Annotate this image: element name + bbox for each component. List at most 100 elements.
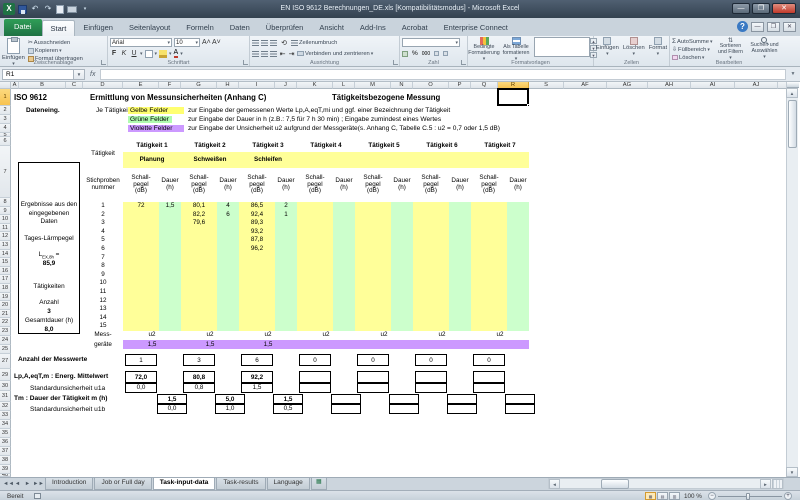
duration-cell[interactable] [391, 305, 413, 314]
level-cell[interactable] [297, 262, 333, 271]
u1b-cell-5[interactable] [389, 404, 419, 414]
ribbon-tab-formeln[interactable]: Formeln [178, 20, 222, 36]
duration-cell[interactable]: 6 [217, 211, 239, 220]
column-header-I[interactable]: I [239, 82, 275, 89]
u2-value-5[interactable] [355, 340, 413, 349]
insert-worksheet-icon[interactable]: ▦ [311, 478, 327, 490]
restore-button[interactable]: ❐ [752, 3, 770, 14]
fill-handle[interactable] [527, 104, 530, 107]
level-cell[interactable] [297, 271, 333, 280]
decrease-decimal-icon[interactable] [443, 51, 448, 56]
mean-cell-5[interactable] [357, 371, 389, 383]
duration-cell[interactable] [391, 297, 413, 306]
duration-cell[interactable] [275, 271, 297, 280]
count-cell-2[interactable]: 3 [183, 354, 215, 366]
u1a-cell-4[interactable] [299, 383, 331, 393]
level-cell[interactable] [123, 245, 159, 254]
level-cell[interactable] [123, 262, 159, 271]
duration-cell[interactable] [333, 228, 355, 237]
level-cell[interactable] [355, 211, 391, 220]
level-cell[interactable]: 82,2 [181, 211, 217, 220]
level-cell[interactable] [123, 219, 159, 228]
duration-cell[interactable] [333, 288, 355, 297]
level-cell[interactable] [413, 314, 449, 323]
duration-cell[interactable] [391, 236, 413, 245]
row-header-33[interactable]: 33 [0, 411, 11, 420]
decrease-indent-icon[interactable]: ⇤ [279, 50, 286, 58]
level-cell[interactable] [297, 245, 333, 254]
mean-cell-4[interactable] [299, 371, 331, 383]
column-header-S[interactable]: S [529, 82, 564, 89]
count-cell-3[interactable]: 6 [241, 354, 273, 366]
level-cell[interactable] [239, 288, 275, 297]
task-name-6[interactable] [413, 152, 471, 168]
level-cell[interactable] [297, 228, 333, 237]
duration-cell[interactable] [333, 202, 355, 211]
shrink-font-button[interactable]: A˅ [212, 39, 220, 46]
duration-cell[interactable] [275, 245, 297, 254]
cell-main-title[interactable]: Ermittlung von Messunsicherheiten (Anhan… [90, 93, 266, 102]
level-cell[interactable] [239, 254, 275, 263]
u1a-cell-6[interactable] [415, 383, 447, 393]
column-header-M[interactable]: M [355, 82, 391, 89]
level-cell[interactable] [239, 305, 275, 314]
level-cell[interactable] [297, 314, 333, 323]
level-cell[interactable] [471, 202, 507, 211]
duration-cell[interactable] [275, 228, 297, 237]
increase-decimal-icon[interactable] [434, 51, 439, 56]
level-cell[interactable] [239, 314, 275, 323]
duration-cell[interactable]: 4 [217, 202, 239, 211]
duration-cell[interactable] [217, 236, 239, 245]
count-cell-6[interactable]: 0 [415, 354, 447, 366]
level-cell[interactable] [413, 271, 449, 280]
horizontal-scroll-thumb[interactable] [601, 479, 629, 489]
autosum-button[interactable]: Σ AutoSumme ▾ [672, 38, 712, 45]
comma-style-button[interactable]: 000 [422, 51, 430, 57]
format-as-table-button[interactable]: Als Tabelle formatieren▾ [501, 37, 531, 62]
level-cell[interactable] [123, 314, 159, 323]
mean-cell-3[interactable]: 92,2 [241, 371, 273, 383]
sheet-tab-language[interactable]: Language [267, 478, 310, 490]
name-box-dropdown-icon[interactable]: ▼ [74, 69, 85, 80]
zoom-slider[interactable]: − + [708, 492, 792, 500]
u2-value-6[interactable] [413, 340, 471, 349]
align-bottom-icon[interactable] [270, 40, 277, 46]
ribbon-tab--berpr-fen[interactable]: Überprüfen [258, 20, 312, 36]
level-cell[interactable]: 72 [123, 202, 159, 211]
level-cell[interactable] [355, 297, 391, 306]
row-header-32[interactable]: 32 [0, 402, 11, 411]
u1b-cell-4[interactable] [331, 404, 361, 414]
count-cell-1[interactable]: 1 [125, 354, 157, 366]
u1a-cell-5[interactable] [357, 383, 389, 393]
level-cell[interactable] [181, 297, 217, 306]
duration-cell[interactable] [159, 211, 181, 220]
level-cell[interactable] [239, 279, 275, 288]
font-color-icon[interactable]: A [174, 49, 179, 58]
row-header-9[interactable]: 9 [0, 207, 11, 216]
row-header-37[interactable]: 37 [0, 447, 11, 456]
help-icon[interactable]: ? [737, 21, 748, 32]
u1a-cell-7[interactable] [473, 383, 505, 393]
mean-cell-1[interactable]: 72,0 [125, 371, 157, 383]
increase-indent-icon[interactable]: ⇥ [288, 50, 295, 58]
duration-cell[interactable] [449, 219, 471, 228]
level-cell[interactable] [355, 279, 391, 288]
next-sheet-icon[interactable]: ► [23, 481, 32, 487]
level-cell[interactable] [181, 245, 217, 254]
level-cell[interactable] [297, 279, 333, 288]
level-cell[interactable] [471, 245, 507, 254]
u1a-cell-3[interactable]: 1,5 [241, 383, 273, 393]
font-name-combo[interactable]: Arial▾ [110, 38, 172, 47]
level-cell[interactable] [471, 228, 507, 237]
duration-cell[interactable] [449, 279, 471, 288]
column-header-AF[interactable]: AF [564, 82, 607, 89]
percent-style-button[interactable]: % [412, 50, 418, 57]
column-header-H[interactable]: H [217, 82, 239, 89]
level-cell[interactable] [123, 297, 159, 306]
duration-cell[interactable]: 1 [275, 211, 297, 220]
underline-button[interactable]: U [130, 50, 138, 57]
close-button[interactable]: ✕ [772, 3, 796, 14]
tab-split-handle[interactable] [772, 479, 783, 489]
sheet-tab-introduction[interactable]: Introduction [45, 478, 93, 490]
vertical-scroll-thumb[interactable] [788, 100, 797, 148]
